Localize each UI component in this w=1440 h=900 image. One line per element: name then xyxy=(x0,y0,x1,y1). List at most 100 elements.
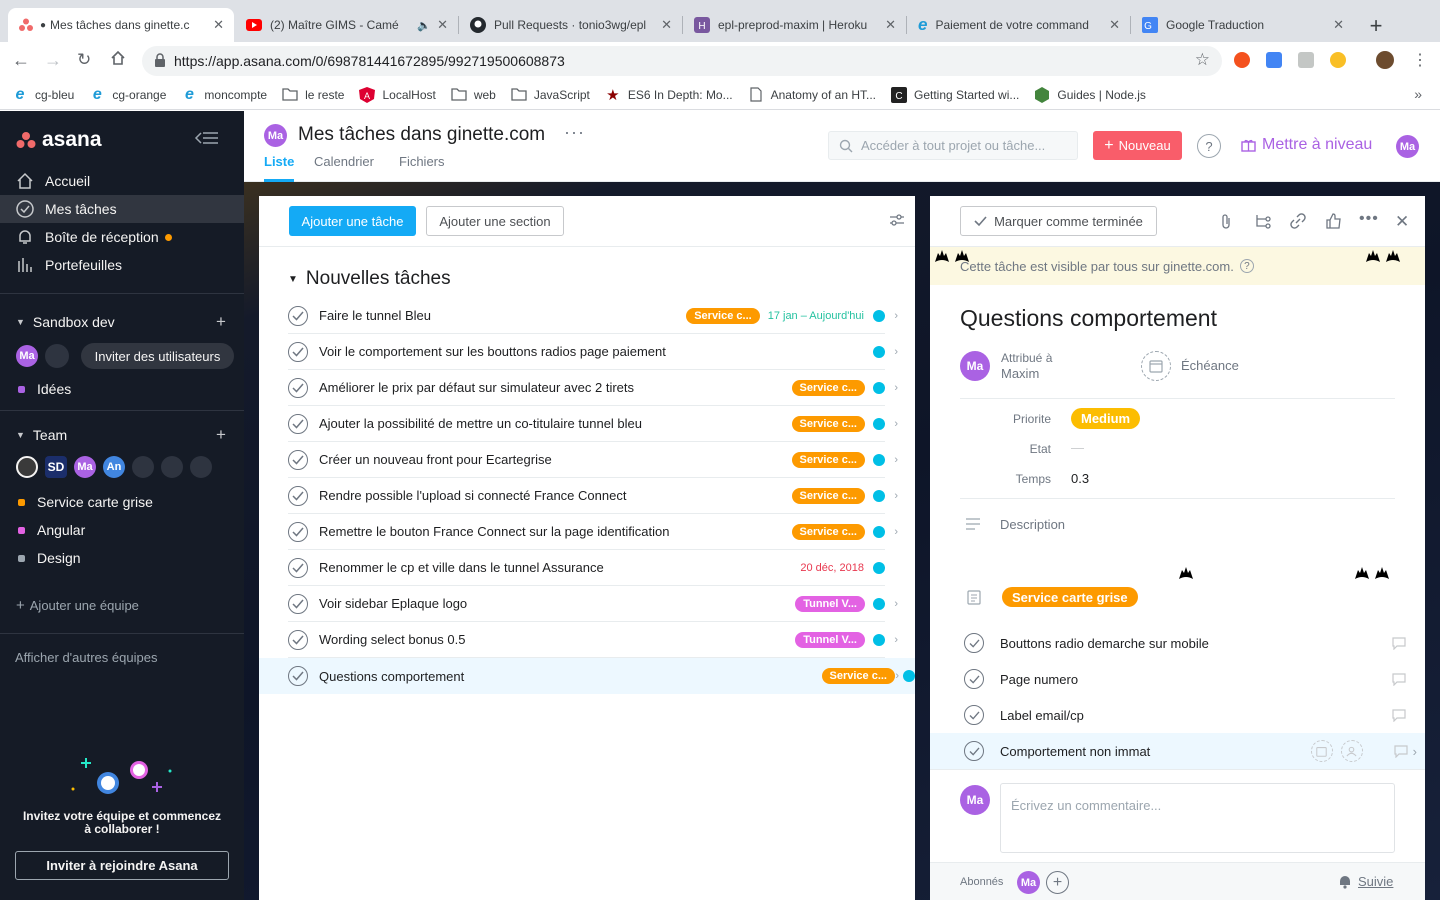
menu-icon[interactable]: ⋮ xyxy=(1412,50,1428,70)
link-icon[interactable] xyxy=(1290,213,1306,229)
task-name[interactable]: Questions comportement xyxy=(319,669,822,684)
task-name[interactable]: Voir le comportement sur les bouttons ra… xyxy=(319,344,873,359)
like-icon[interactable] xyxy=(1326,213,1342,229)
mark-complete-button[interactable]: Marquer comme terminée xyxy=(960,206,1157,236)
follower-avatar[interactable]: Ma xyxy=(1017,871,1040,894)
task-row[interactable]: Faire le tunnel Bleu Service c... 17 jan –… xyxy=(288,298,898,334)
comment-input[interactable]: Écrivez un commentaire... xyxy=(1000,783,1395,853)
chevron-right-icon[interactable]: › xyxy=(895,670,899,682)
search-input[interactable]: Accéder à tout projet ou tâche... xyxy=(828,131,1078,160)
bookmark-folder[interactable]: JavaScript xyxy=(511,87,590,103)
info-icon[interactable]: ? xyxy=(1239,259,1254,273)
complete-checkbox-icon[interactable] xyxy=(288,666,308,686)
add-task-button[interactable]: Ajouter une tâche xyxy=(289,206,416,236)
description-field[interactable]: Description xyxy=(1000,517,1065,532)
calendar-icon[interactable] xyxy=(1310,740,1333,762)
avatar-photo[interactable] xyxy=(16,456,38,478)
task-name[interactable]: Voir sidebar Eplaque logo xyxy=(319,596,795,611)
chevron-right-icon[interactable]: › xyxy=(894,418,898,430)
tab-files[interactable]: Fichiers xyxy=(399,154,445,169)
more-actions-icon[interactable]: ··· xyxy=(564,122,585,143)
task-title[interactable]: Questions comportement xyxy=(960,305,1217,332)
task-row[interactable]: Rendre possible l'upload si connecté Fra… xyxy=(288,478,898,514)
task-name[interactable]: Créer un nouveau front pour Ecartegrise xyxy=(319,452,792,467)
avatar[interactable]: Ma xyxy=(16,345,38,367)
team-header[interactable]: ▼ Team xyxy=(16,427,67,443)
task-row[interactable]: Ajouter la possibilité de mettre un co-t… xyxy=(288,406,898,442)
field-value[interactable]: — xyxy=(1071,440,1084,455)
section-header[interactable]: ▼ Nouvelles tâches xyxy=(288,268,451,290)
chevron-right-icon[interactable]: › xyxy=(894,346,898,358)
comment-bubble-icon[interactable] xyxy=(1391,672,1407,686)
avatar[interactable]: Ma xyxy=(74,456,96,478)
task-name[interactable]: Faire le tunnel Bleu xyxy=(319,308,686,323)
subtask-name[interactable]: Comportement non immat xyxy=(1000,744,1311,759)
bookmark[interactable]: Anatomy of an HT... xyxy=(748,87,876,103)
moon-extension-icon[interactable] xyxy=(1330,52,1346,68)
new-button[interactable]: + Nouveau xyxy=(1093,131,1182,160)
back-icon[interactable]: ← xyxy=(12,50,30,71)
nav-my-tasks[interactable]: Mes tâches xyxy=(0,195,244,223)
upgrade-link[interactable]: Mettre à niveau xyxy=(1241,136,1372,154)
project-tag[interactable]: Tunnel V... xyxy=(795,595,865,612)
new-tab-button[interactable]: + xyxy=(1362,12,1390,40)
task-row[interactable]: Créer un nouveau front pour Ecartegrise S… xyxy=(288,442,898,478)
calendar-icon[interactable] xyxy=(1141,351,1171,381)
nav-home[interactable]: Accueil xyxy=(0,167,244,195)
bookmark[interactable]: Guides | Node.js xyxy=(1034,86,1146,103)
avatar[interactable]: An xyxy=(103,456,125,478)
speaker-icon[interactable]: 🔈 xyxy=(417,19,431,32)
project-tag[interactable]: Service c... xyxy=(791,451,865,468)
tab-calendar[interactable]: Calendrier xyxy=(314,154,374,169)
attachment-icon[interactable] xyxy=(1220,213,1232,230)
extension-icon[interactable] xyxy=(1234,52,1250,68)
task-row[interactable]: Renommer le cp et ville dans le tunnel A… xyxy=(288,550,885,586)
tab-youtube[interactable]: (2) Maître GIMS - Camé 🔈 ✕ xyxy=(236,8,458,42)
star-icon[interactable]: ☆ xyxy=(1195,50,1210,70)
tab-github[interactable]: Pull Requests · tonio3wg/epl ✕ xyxy=(460,8,682,42)
task-name[interactable]: Ajouter la possibilité de mettre un co-t… xyxy=(319,416,792,431)
subtask-row[interactable]: Label email/cp xyxy=(930,697,1425,733)
complete-checkbox-icon[interactable] xyxy=(288,449,308,470)
project-tag[interactable]: Service c... xyxy=(791,415,865,432)
close-icon[interactable]: ✕ xyxy=(213,17,224,33)
invite-users-button[interactable]: Inviter des utilisateurs xyxy=(81,343,234,369)
forward-icon[interactable]: → xyxy=(44,50,62,71)
close-icon[interactable]: ✕ xyxy=(1109,17,1120,33)
profile-avatar[interactable] xyxy=(1376,51,1394,69)
project-tag[interactable]: Tunnel V... xyxy=(795,631,865,648)
close-icon[interactable]: ✕ xyxy=(885,17,896,33)
close-icon[interactable]: ✕ xyxy=(1333,17,1344,33)
subtask-name[interactable]: Label email/cp xyxy=(1000,708,1391,723)
user-avatar[interactable]: Ma xyxy=(1396,135,1419,158)
chevron-right-icon[interactable]: › xyxy=(894,382,898,394)
tab-heroku[interactable]: H epl-preprod-maxim | Heroku ✕ xyxy=(684,8,906,42)
filter-icon[interactable] xyxy=(889,213,905,227)
chevron-right-icon[interactable]: › xyxy=(894,310,898,322)
add-section-button[interactable]: Ajouter une section xyxy=(426,206,564,236)
reload-icon[interactable]: ↻ xyxy=(77,50,91,70)
workspace-header[interactable]: ▼ Sandbox dev xyxy=(16,314,115,330)
chevron-right-icon[interactable]: › xyxy=(894,454,898,466)
project-tag[interactable]: Service c... xyxy=(791,523,865,540)
home-icon[interactable] xyxy=(109,49,127,67)
project-tag[interactable]: Service c... xyxy=(791,379,865,396)
subtask-row[interactable]: Bouttons radio demarche sur mobile xyxy=(930,625,1425,661)
add-project-icon[interactable]: + xyxy=(216,312,226,332)
chevron-right-icon[interactable]: › xyxy=(1413,744,1417,759)
project-service-carte-grise[interactable]: Service carte grise xyxy=(18,494,153,510)
show-more-teams-link[interactable]: Afficher d'autres équipes xyxy=(15,650,157,665)
task-row[interactable]: Remettre le bouton France Connect sur la… xyxy=(288,514,898,550)
complete-checkbox-icon[interactable] xyxy=(288,521,308,542)
assignee-name[interactable]: Maxim xyxy=(1001,366,1039,381)
close-icon[interactable]: ✕ xyxy=(1395,212,1409,232)
priority-badge[interactable]: Medium xyxy=(1071,408,1141,429)
tab-payment[interactable]: e Paiement de votre command ✕ xyxy=(908,8,1130,42)
complete-checkbox-icon[interactable] xyxy=(288,341,308,362)
due-date-label[interactable]: Échéance xyxy=(1181,358,1239,373)
comment-bubble-icon[interactable] xyxy=(1391,708,1407,722)
task-name[interactable]: Wording select bonus 0.5 xyxy=(319,632,795,647)
follow-toggle[interactable]: Suivie xyxy=(1338,874,1393,889)
project-tag[interactable]: Service c... xyxy=(686,307,760,324)
chevron-right-icon[interactable]: › xyxy=(894,634,898,646)
